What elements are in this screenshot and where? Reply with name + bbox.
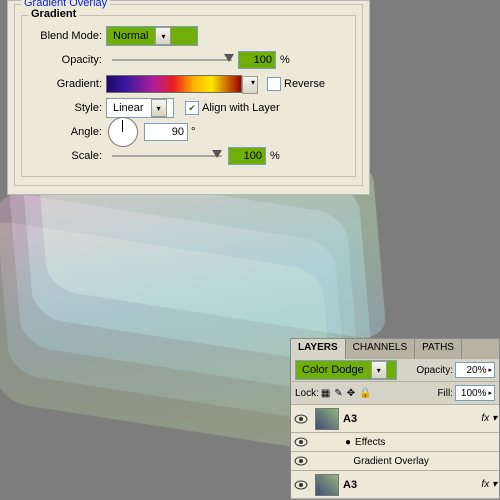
chevron-down-icon: ▾ (151, 99, 167, 117)
visibility-eye-icon[interactable] (291, 414, 311, 424)
tab-paths[interactable]: PATHS (415, 339, 462, 359)
layer-blend-select[interactable]: Color Dodge ▾ (295, 360, 397, 380)
gradient-overlay-dialog: Gradient Overlay Gradient Blend Mode: No… (7, 0, 370, 195)
gradient-swatch[interactable] (106, 75, 242, 93)
layer-opacity-label: Opacity: (416, 365, 455, 376)
percent-label: % (266, 150, 280, 162)
fill-label: Fill: (437, 388, 455, 399)
effects-row[interactable]: ● Effects (291, 433, 499, 452)
gradient-group-title: Gradient (28, 8, 79, 20)
lock-transparency-icon[interactable]: ▦ (319, 388, 332, 399)
gradient-label: Gradient: (30, 78, 106, 90)
scale-label: Scale: (30, 150, 106, 162)
fx-badge[interactable]: fx ▾ (481, 479, 499, 490)
effect-item-row[interactable]: Gradient Overlay (291, 452, 499, 471)
layers-panel: LAYERS CHANNELS PATHS Color Dodge ▾ Opac… (290, 338, 500, 500)
visibility-eye-icon[interactable] (291, 480, 311, 490)
reverse-checkbox[interactable] (267, 77, 281, 91)
layer-name: A3 (343, 413, 357, 425)
tab-channels[interactable]: CHANNELS (346, 339, 415, 359)
lock-label: Lock: (295, 388, 319, 399)
lock-position-icon[interactable]: ✥ (345, 388, 357, 399)
style-label: Style: (30, 102, 106, 114)
lock-pixels-icon[interactable]: ✎ (332, 388, 344, 399)
blend-mode-select[interactable]: Normal ▾ (106, 26, 198, 46)
opacity-input[interactable]: 100 (238, 51, 276, 69)
fill-input[interactable]: 100%▸ (455, 385, 495, 401)
blend-mode-label: Blend Mode: (30, 30, 106, 42)
layer-row[interactable]: A3 fx ▾ (291, 405, 499, 433)
layer-opacity-input[interactable]: 20%▸ (455, 362, 495, 378)
angle-dial[interactable] (108, 117, 138, 147)
lock-all-icon[interactable]: 🔒 (357, 388, 373, 399)
slider-thumb-icon (212, 150, 222, 158)
align-checkbox[interactable]: ✔ (185, 101, 199, 115)
opacity-slider[interactable] (112, 59, 232, 61)
angle-label: Angle: (30, 126, 106, 138)
chevron-down-icon: ▾ (155, 27, 171, 45)
align-label: Align with Layer (202, 102, 280, 114)
angle-input[interactable]: 90 (144, 123, 188, 141)
scale-slider[interactable] (112, 155, 222, 157)
visibility-eye-icon[interactable] (291, 456, 311, 466)
layer-thumbnail (315, 474, 339, 496)
opacity-label: Opacity: (30, 54, 106, 66)
degree-label: ° (188, 126, 195, 138)
visibility-eye-icon[interactable] (291, 437, 311, 447)
percent-label: % (276, 54, 290, 66)
chevron-down-icon: ▾ (371, 361, 387, 379)
layer-thumbnail (315, 408, 339, 430)
reverse-label: Reverse (284, 78, 325, 90)
layer-name: A3 (343, 479, 357, 491)
layer-row[interactable]: A3 fx ▾ (291, 471, 499, 499)
slider-thumb-icon (224, 54, 234, 62)
tab-layers[interactable]: LAYERS (291, 339, 346, 359)
fx-badge[interactable]: fx ▾ (481, 413, 499, 424)
scale-input[interactable]: 100 (228, 147, 266, 165)
style-select[interactable]: Linear ▾ (106, 98, 174, 118)
